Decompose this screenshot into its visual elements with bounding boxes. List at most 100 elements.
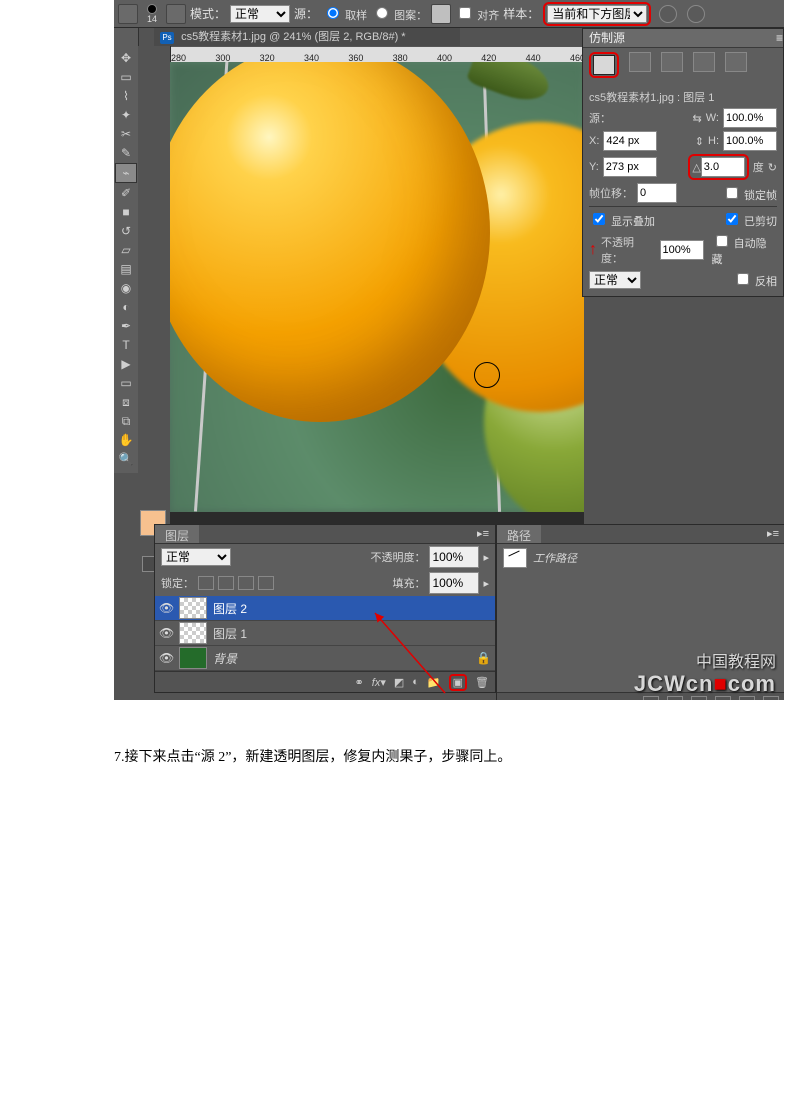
shape-tool[interactable]: ▭ xyxy=(116,374,136,392)
opacity-flyout-icon[interactable]: ▸ xyxy=(483,551,489,564)
lock-position-icon[interactable] xyxy=(238,576,254,590)
w-input[interactable] xyxy=(723,108,777,128)
document-tab[interactable]: Ps cs5教程素材1.jpg @ 241% (图层 2, RGB/8#) * xyxy=(154,28,460,46)
layer-mask-icon[interactable]: ◩ xyxy=(394,676,404,689)
clone-slot-4[interactable] xyxy=(693,52,715,72)
layer-row[interactable]: 👁 背景 🔒 xyxy=(155,646,495,671)
overlay-blend-select[interactable]: 正常 xyxy=(589,271,641,289)
clipped-checkbox[interactable]: 已剪切 xyxy=(722,210,777,229)
x-input[interactable] xyxy=(603,131,657,151)
link-layers-icon[interactable]: ⚭ xyxy=(355,676,364,689)
aligned-checkbox[interactable]: 对齐 xyxy=(455,4,499,23)
angle-input[interactable] xyxy=(701,157,745,177)
auto-hide-checkbox[interactable]: 自动隐藏 xyxy=(712,232,777,267)
brush-toggle-icon[interactable] xyxy=(166,4,186,24)
path-select-tool[interactable]: ▶ xyxy=(116,355,136,373)
type-tool[interactable]: T xyxy=(116,336,136,354)
fill-path-icon[interactable] xyxy=(643,696,659,700)
source-sub-label: 源： xyxy=(589,110,611,126)
3d-camera-tool[interactable]: ⧉ xyxy=(116,412,136,430)
show-overlay-checkbox[interactable]: 显示叠加 xyxy=(589,210,655,229)
healing-brush-tool[interactable]: ⌁ xyxy=(115,163,137,183)
history-brush-tool[interactable]: ↺ xyxy=(116,222,136,240)
pressure-icon[interactable] xyxy=(687,5,705,23)
lock-all-icon[interactable] xyxy=(258,576,274,590)
layer-opacity-label: 不透明度： xyxy=(370,549,425,565)
crop-tool[interactable]: ✂ xyxy=(116,125,136,143)
frame-offset-input[interactable] xyxy=(637,183,677,203)
layer-blend-select[interactable]: 正常 xyxy=(161,548,231,566)
stroke-path-icon[interactable] xyxy=(667,696,683,700)
brush-cursor-icon xyxy=(474,362,500,388)
clone-slot-3[interactable] xyxy=(661,52,683,72)
blur-tool[interactable]: ◉ xyxy=(116,279,136,297)
brush-tool[interactable]: ✐ xyxy=(116,184,136,202)
move-tool[interactable]: ✥ xyxy=(116,49,136,67)
tutorial-step-text: 7.接下来点击“源 2”，新建透明图层，修复内测果子，步骤同上。 xyxy=(114,746,792,766)
clone-slot-1[interactable] xyxy=(593,55,615,75)
y-input[interactable] xyxy=(603,157,657,177)
zoom-tool[interactable]: 🔍 xyxy=(116,450,136,468)
dodge-tool[interactable]: ◐ xyxy=(116,298,136,316)
stamp-tool[interactable]: ■ xyxy=(116,203,136,221)
fill-input[interactable] xyxy=(429,572,479,594)
lock-transparent-icon[interactable] xyxy=(198,576,214,590)
step-body: 接下来点击“源 2”，新建透明图层，修复内测果子，步骤同上。 xyxy=(125,750,512,765)
lock-image-icon[interactable] xyxy=(218,576,234,590)
3d-tool[interactable]: ⧈ xyxy=(116,393,136,411)
ignore-adjust-icon[interactable] xyxy=(659,5,677,23)
angle-highlight: △ xyxy=(688,154,748,180)
adjustment-layer-icon[interactable]: ◐ xyxy=(412,676,419,688)
watermark: 中国教程网 JCWcn■com xyxy=(634,654,776,696)
panel-menu-icon[interactable]: ≡ xyxy=(776,29,783,47)
clone-slot-2[interactable] xyxy=(629,52,651,72)
x-label: X: xyxy=(589,135,599,147)
eyedropper-tool[interactable]: ✎ xyxy=(116,144,136,162)
layer-opacity-input[interactable] xyxy=(429,546,479,568)
flip-icon[interactable]: ⇕ xyxy=(695,135,704,148)
paths-tab[interactable]: 路径 xyxy=(497,525,541,543)
blend-mode-select[interactable]: 正常 xyxy=(230,5,290,23)
layer-fx-icon[interactable]: fx▾ xyxy=(372,676,386,689)
visibility-icon[interactable]: 👁 xyxy=(159,651,173,665)
paths-panel-menu-icon[interactable]: ▸≡ xyxy=(761,525,784,543)
visibility-icon[interactable]: 👁 xyxy=(159,626,173,640)
document-canvas[interactable] xyxy=(170,62,584,512)
pattern-swatch[interactable] xyxy=(431,4,451,24)
hand-tool[interactable]: ✋ xyxy=(116,431,136,449)
overlay-opacity-input[interactable] xyxy=(660,240,704,260)
brush-preset[interactable]: 14 xyxy=(142,4,162,24)
layers-panel-menu-icon[interactable]: ▸≡ xyxy=(471,525,495,543)
delete-layer-icon[interactable]: 🗑 xyxy=(475,676,489,689)
angle-icon: △ xyxy=(692,161,700,174)
visibility-icon[interactable]: 👁 xyxy=(159,601,173,615)
clone-slot-5[interactable] xyxy=(725,52,747,72)
sample-label: 样本： xyxy=(503,5,539,22)
new-path-icon[interactable] xyxy=(739,696,755,700)
eraser-tool[interactable]: ▱ xyxy=(116,241,136,259)
layer-row[interactable]: 👁 图层 1 xyxy=(155,621,495,646)
source-sampled[interactable]: 取样 xyxy=(322,4,367,23)
new-group-icon[interactable]: 📁 xyxy=(427,676,441,689)
selection-to-path-icon[interactable] xyxy=(715,696,731,700)
invert-checkbox[interactable]: 反相 xyxy=(733,270,777,289)
marquee-tool[interactable]: ▭ xyxy=(116,68,136,86)
layers-tab[interactable]: 图层 xyxy=(155,525,199,543)
lock-frame-checkbox[interactable]: 锁定帧 xyxy=(722,184,777,203)
gradient-tool[interactable]: ▤ xyxy=(116,260,136,278)
reset-icon[interactable]: ↻ xyxy=(768,161,777,174)
source-pattern[interactable]: 图案： xyxy=(371,4,427,23)
layer-row[interactable]: 👁 图层 2 xyxy=(155,596,495,621)
delete-path-icon[interactable] xyxy=(763,696,779,700)
path-to-selection-icon[interactable] xyxy=(691,696,707,700)
frame-offset-label: 帧位移： xyxy=(589,185,633,201)
link-icon[interactable]: ⇆ xyxy=(693,112,702,125)
new-layer-icon[interactable]: ▣ xyxy=(453,677,463,689)
wand-tool[interactable]: ✦ xyxy=(116,106,136,124)
path-row[interactable]: 工作路径 xyxy=(497,544,784,572)
fill-flyout-icon[interactable]: ▸ xyxy=(483,577,489,590)
h-input[interactable] xyxy=(723,131,777,151)
sample-select[interactable]: 当前和下方图层 xyxy=(547,5,647,23)
lasso-tool[interactable]: ⌇ xyxy=(116,87,136,105)
pen-tool[interactable]: ✒ xyxy=(116,317,136,335)
